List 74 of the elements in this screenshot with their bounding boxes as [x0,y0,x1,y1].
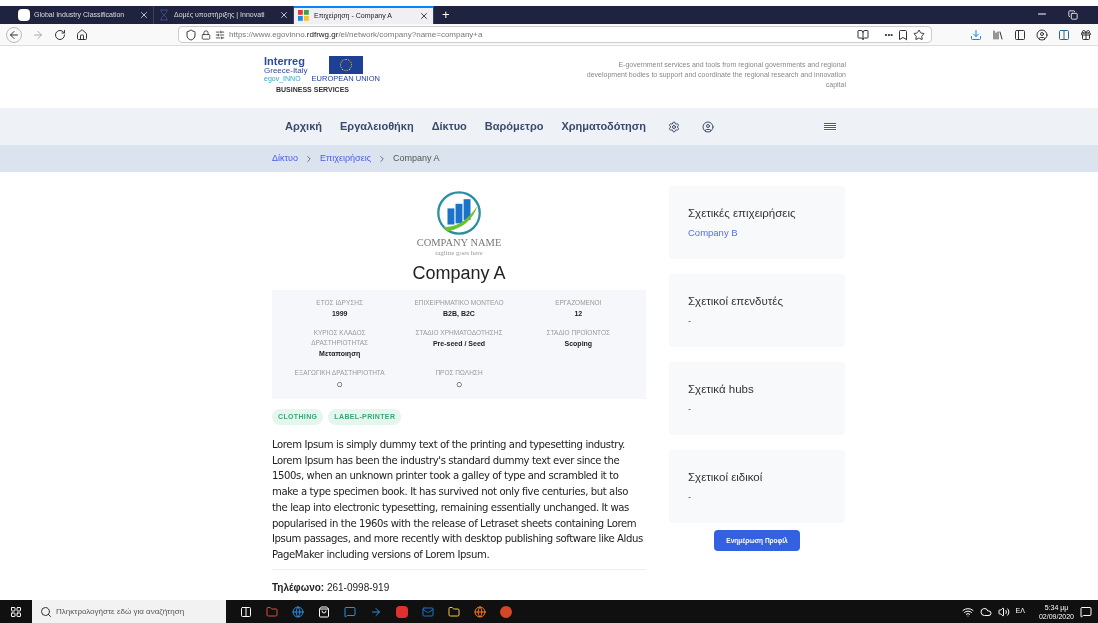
app-icon[interactable] [396,605,408,618]
company-title: Company A [411,261,507,285]
nav-link[interactable]: Εργαλειοθήκη [340,118,414,135]
download-icon[interactable] [970,28,982,41]
nav-link[interactable]: Δίκτυο [431,118,467,135]
eu-flag-icon [328,56,363,74]
volume-icon[interactable] [997,605,1010,618]
app-icon[interactable] [500,605,512,618]
cloud-icon[interactable] [979,605,992,618]
search-placeholder: Πληκτρολογήστε εδώ για αναζήτηση [56,605,185,618]
logo-title: Interreg [264,56,306,67]
pocket-icon[interactable] [897,28,909,41]
restore-icon[interactable] [1068,10,1078,20]
shield-icon [185,28,197,41]
chart-circle-icon [436,190,482,236]
breadcrumb-current: Company A [393,151,440,165]
folder-icon[interactable] [448,605,460,618]
chevron-icon [377,153,387,164]
logo-subtitle: Greece-Italy [264,67,308,75]
network-icon[interactable] [961,605,974,618]
permissions-icon [215,29,225,40]
back-arrow-icon [8,28,20,41]
home-icon[interactable] [76,28,88,41]
search-icon [40,605,52,618]
field-symbol: ○ [336,377,343,391]
address-bar[interactable]: https://www.egovinno.rdfrwg.gr/el/network/company?name=company+a ••• [178,26,932,43]
mail-icon[interactable] [422,605,434,618]
close-icon[interactable] [139,10,149,20]
logo-company-name: COMPANY NAME [416,238,502,249]
nav-link[interactable]: Αρχική [285,118,322,135]
breadcrumb-link[interactable]: Επιχειρήσεις [320,151,371,166]
card-title: Σχετικοί επενδυτές [688,294,783,309]
reader-icon[interactable] [856,28,869,41]
star-icon[interactable] [913,28,925,41]
notifications-icon[interactable] [1080,605,1092,618]
extension-icon[interactable] [1058,28,1070,41]
account-icon[interactable] [1036,28,1048,41]
card-title: Σχετικοί ειδικοί [688,470,763,485]
library-icon[interactable] [992,28,1004,41]
card-value: - [688,314,692,329]
card-value: - [688,490,692,505]
url-text: https://www.egovinno.rdfrwg.gr/el/network/company?name=company+a [229,28,483,41]
app-icon[interactable] [370,605,382,618]
card-title: Σχετικές επιχειρήσεις [688,206,796,221]
reload-icon[interactable] [54,28,66,41]
close-icon[interactable] [419,11,429,21]
hourglass-icon [158,9,170,21]
tiles-icon [298,10,310,22]
task-view-icon[interactable] [240,605,252,618]
taskbar-search[interactable]: Πληκτρολογήστε εδώ για αναζήτηση [32,600,226,623]
user-icon[interactable] [702,120,715,133]
nav-link[interactable]: Βαρόμετρο [484,118,544,135]
sidebar-icon[interactable] [1014,28,1026,41]
more-button[interactable]: ••• [884,28,893,41]
nav-link[interactable]: Χρηματοδότηση [561,118,647,135]
phone-text: Τηλέφωνο: 261-0998-919 [272,580,391,595]
store-icon[interactable] [318,605,330,618]
windows-start-icon[interactable] [10,605,22,618]
company-description: Lorem Ipsum is simply dummy text of the printing and typesetting industry. Lorem Ipsum has been the industry's standard dummy text ever since the 1500s, when an unknown printer took a galley of type and scrambled it to make a type specimen book. It has survived not only five centuries, but also the leap into electronic typesetting, remaining essentially unchanged. It was popularised in the 1960s with the release of Letraset sheets containing Lorem Ipsum passages, and more recently with desktop publishing software like Aldus PageMaker including versions of Lorem Ipsum. [272,438,644,562]
new-tab-button[interactable]: + [434,6,458,24]
app-icon[interactable] [266,605,278,618]
greek-flag-icon[interactable] [824,122,836,131]
related-link[interactable]: Company B [688,226,738,241]
breadcrumb-link[interactable]: Δίκτυο [272,151,298,166]
chat-icon[interactable] [344,605,356,618]
chevron-icon [304,153,314,164]
close-icon[interactable] [279,10,289,20]
lock-icon [201,29,211,40]
card-value: - [688,402,692,417]
card-title: Σχετικά hubs [688,382,754,397]
settings-icon[interactable] [668,120,681,133]
field-symbol: ○ [455,377,463,391]
browser-icon[interactable] [292,605,304,618]
gift-icon[interactable] [1080,28,1092,41]
